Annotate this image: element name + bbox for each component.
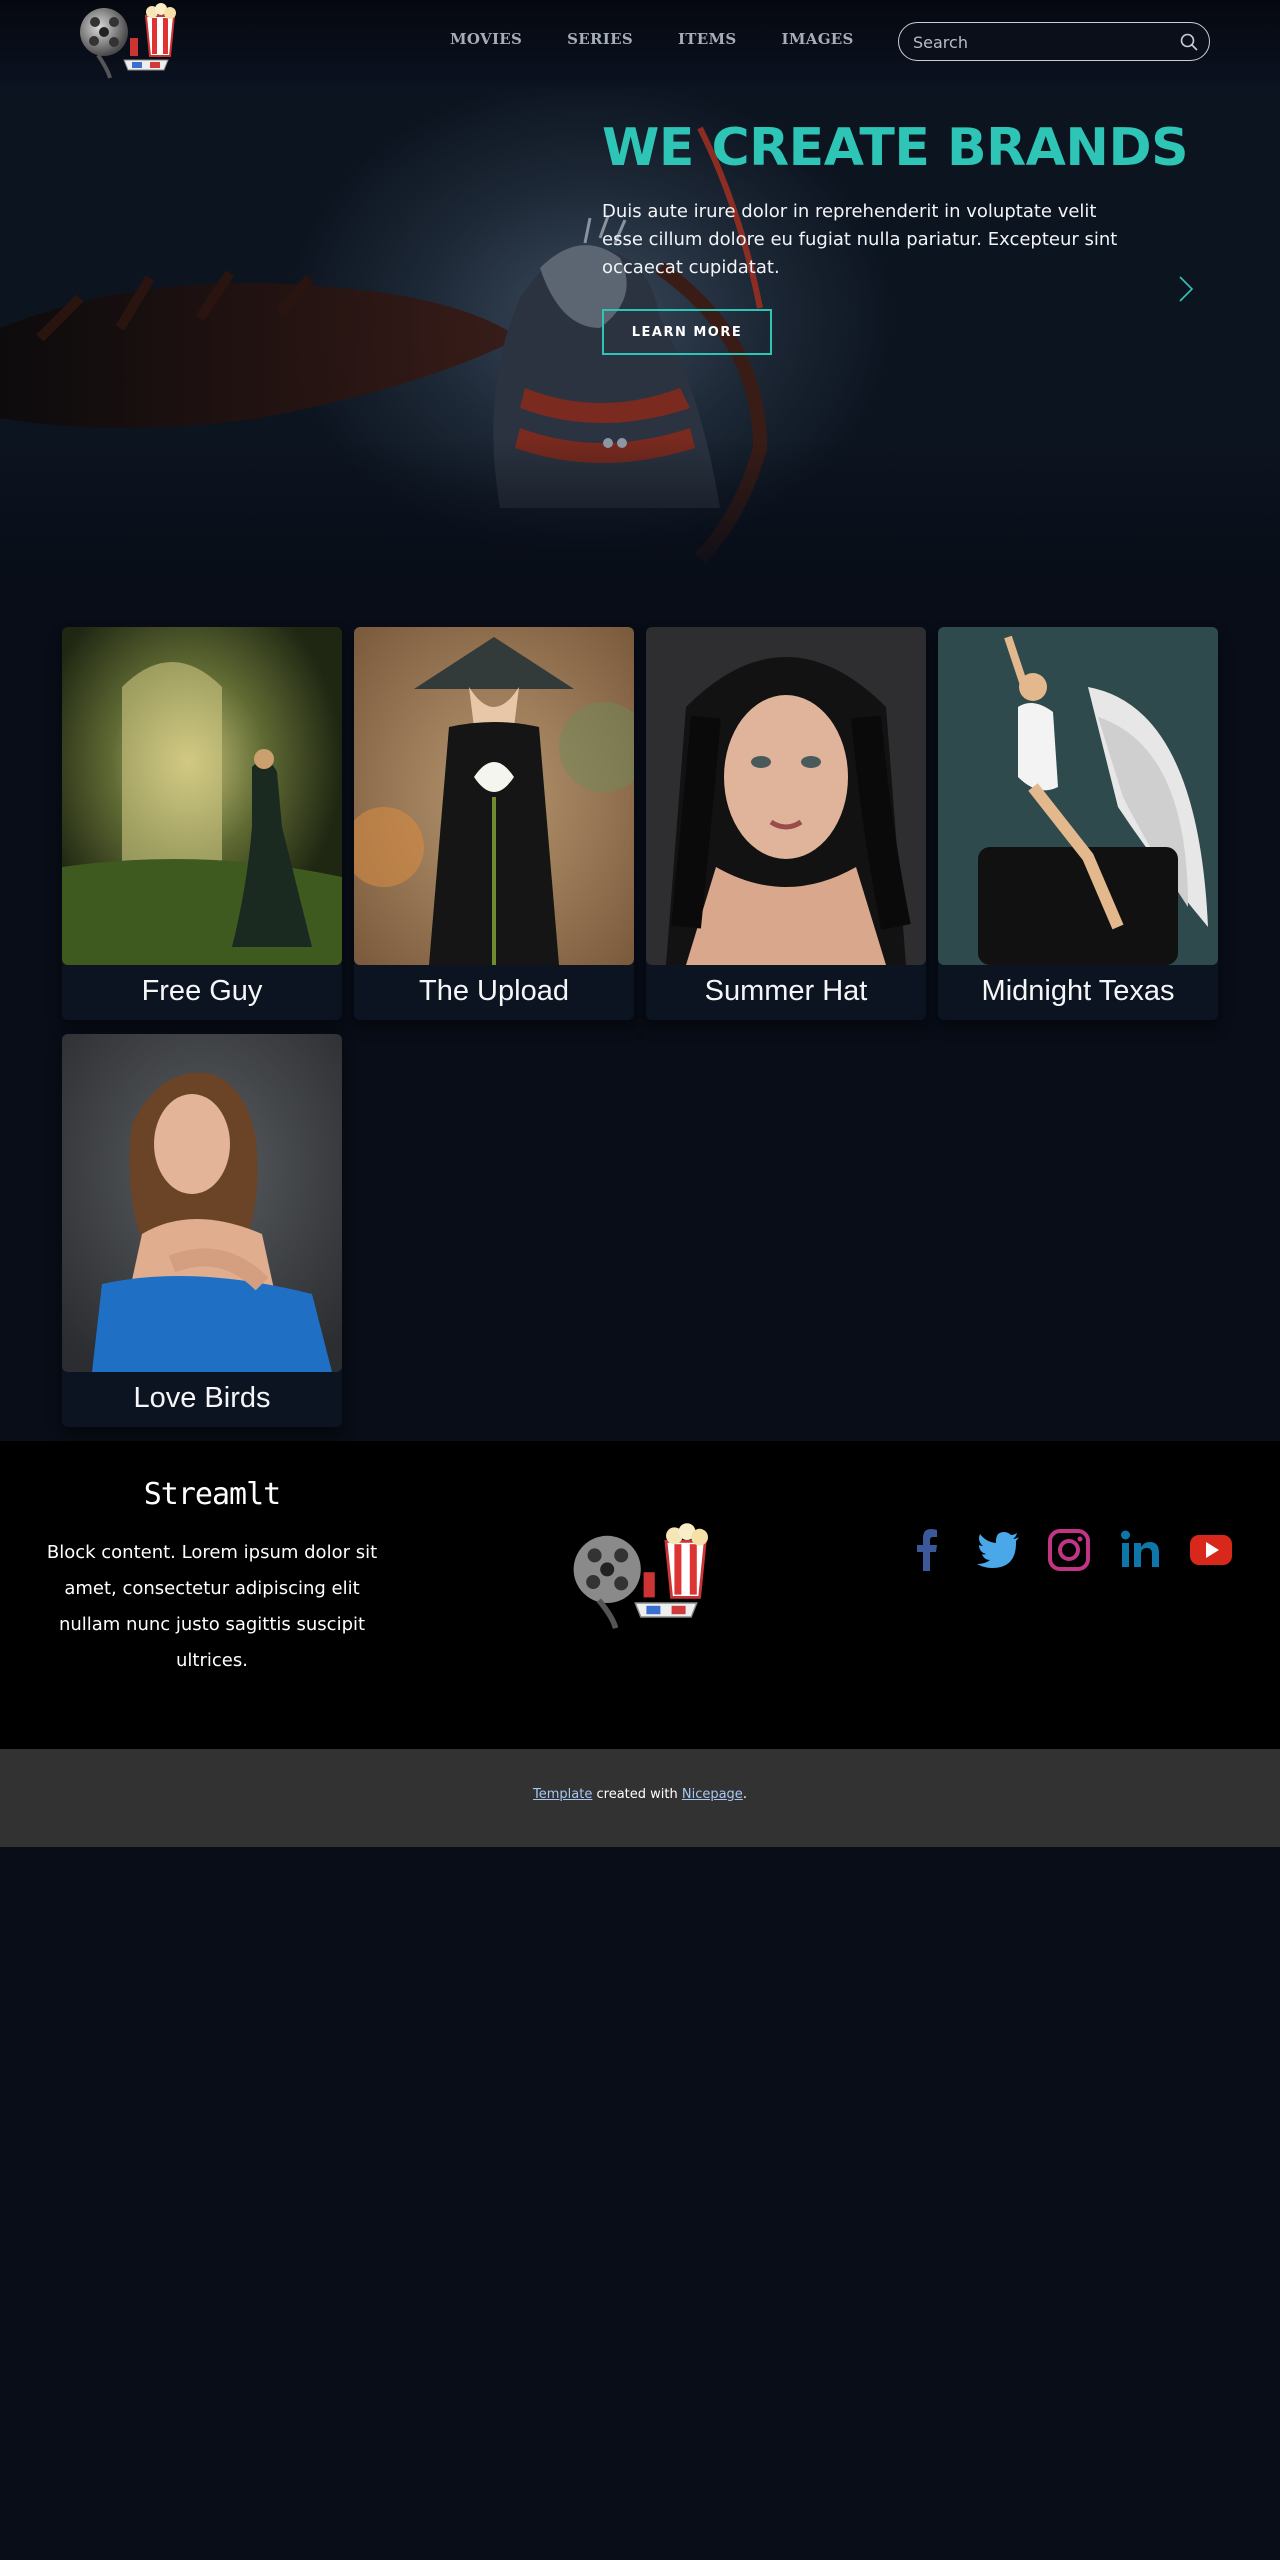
card-love-birds[interactable]: Love Birds: [62, 1034, 342, 1427]
credits-middle: created with: [592, 1787, 682, 1802]
card-title: Midnight Texas: [981, 975, 1175, 1007]
main-nav: MOVIES SERIES ITEMS IMAGES: [450, 30, 854, 48]
card-title: Summer Hat: [704, 975, 868, 1007]
hero-title: WE CREATE BRANDS: [602, 118, 1189, 178]
nav-series[interactable]: SERIES: [567, 30, 633, 48]
logo-film-popcorn-icon[interactable]: [68, 0, 184, 80]
nav-images[interactable]: IMAGES: [782, 30, 854, 48]
hero-text: Duis aute irure dolor in reprehenderit i…: [602, 201, 1118, 278]
card-title: Love Birds: [133, 1382, 271, 1414]
twitter-icon[interactable]: [975, 1527, 1021, 1573]
credits-text: Template created with Nicepage.: [0, 1787, 1280, 1802]
card-title: Free Guy: [141, 975, 263, 1007]
social-links: [904, 1527, 1234, 1573]
footer-logo-film-popcorn-icon: [573, 1523, 708, 1629]
footer-text: Block content. Lorem ipsum dolor sit ame…: [46, 1542, 378, 1671]
linkedin-icon[interactable]: [1117, 1527, 1163, 1573]
card-image: [646, 627, 926, 965]
search-input[interactable]: [913, 31, 1163, 53]
card-summer-hat[interactable]: Summer Hat: [646, 627, 926, 1020]
youtube-icon[interactable]: [1188, 1527, 1234, 1573]
card-title: The Upload: [419, 975, 569, 1007]
credits-bar: Template created with Nicepage.: [0, 1749, 1280, 1847]
card-image: [62, 1034, 342, 1372]
nicepage-link[interactable]: Nicepage: [682, 1787, 743, 1802]
card-the-upload[interactable]: The Upload: [354, 627, 634, 1020]
nav-movies[interactable]: MOVIES: [450, 30, 522, 48]
search-box: [898, 22, 1210, 61]
slider-dots: [603, 438, 627, 448]
card-image: [354, 627, 634, 965]
site-header: MOVIES SERIES ITEMS IMAGES: [0, 0, 1280, 88]
chevron-right-icon[interactable]: [1176, 274, 1196, 304]
template-link[interactable]: Template: [533, 1787, 592, 1802]
slider-dot-2[interactable]: [617, 438, 627, 448]
instagram-icon[interactable]: [1046, 1527, 1092, 1573]
search-icon[interactable]: [1179, 32, 1199, 52]
card-free-guy[interactable]: Free Guy: [62, 627, 342, 1020]
nav-items[interactable]: ITEMS: [678, 30, 737, 48]
card-image: [62, 627, 342, 965]
hero-slider: WE CREATE BRANDS Duis aute irure dolor i…: [0, 88, 1280, 588]
learn-more-button[interactable]: learn more: [602, 309, 772, 355]
facebook-icon[interactable]: [904, 1527, 950, 1573]
card-midnight-texas[interactable]: Midnight Texas: [938, 627, 1218, 1020]
slider-dot-1[interactable]: [603, 438, 613, 448]
card-image: [938, 627, 1218, 965]
site-footer: Streamlt Block content. Lorem ipsum dolo…: [0, 1441, 1280, 1749]
credits-end: .: [742, 1787, 747, 1802]
footer-brand: Streamlt: [143, 1477, 282, 1512]
